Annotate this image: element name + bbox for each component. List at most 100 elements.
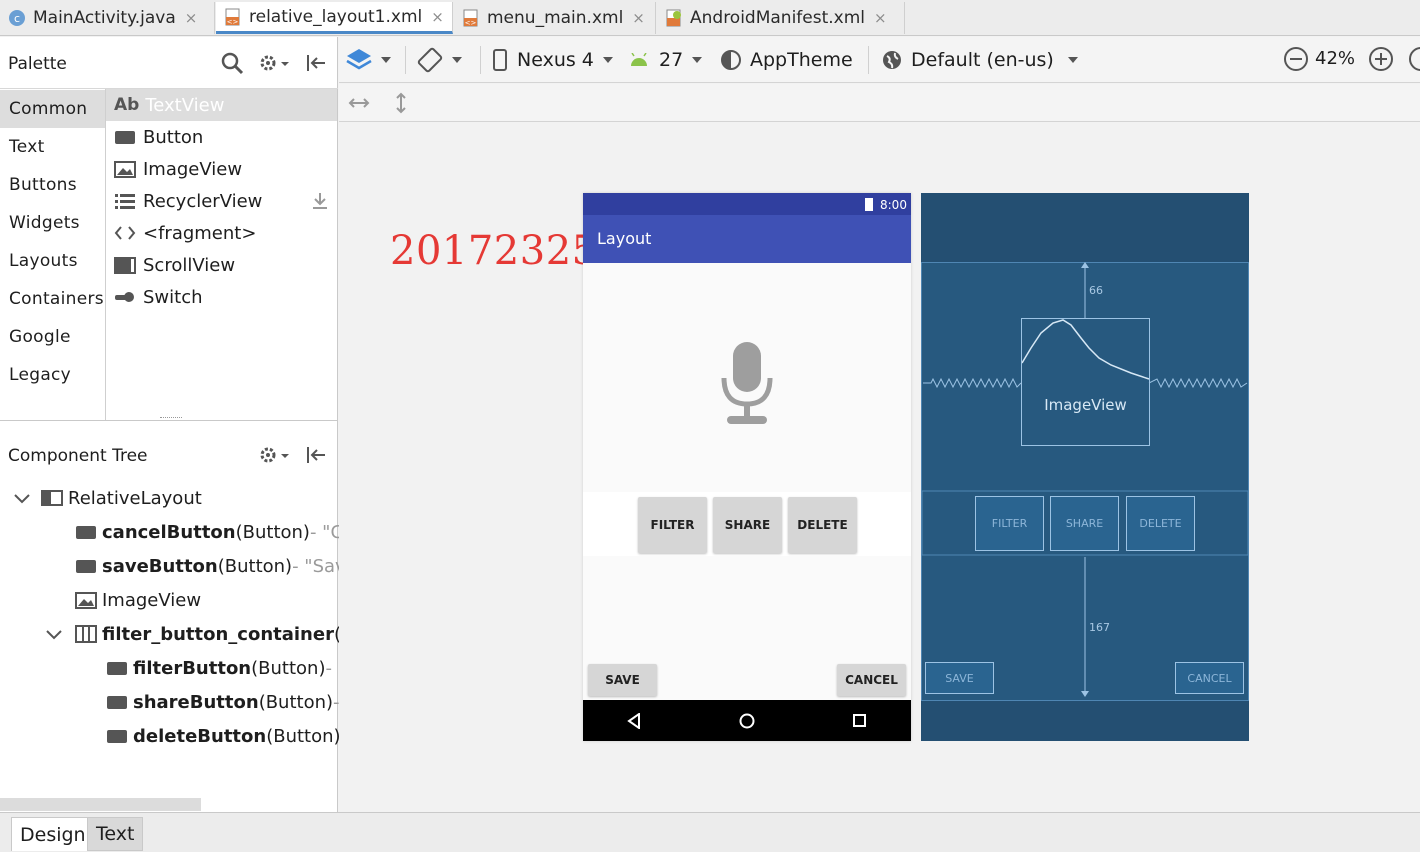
tree-node-name: ImageView	[102, 589, 202, 611]
palette-item-switch[interactable]: Switch	[106, 281, 337, 313]
svg-text:<>: <>	[227, 18, 239, 26]
palette-item-label: ImageView	[143, 158, 243, 180]
tree-node-cancelbutton[interactable]: cancelButton (Button) - "Ca	[74, 516, 354, 548]
hide-panel-icon[interactable]	[305, 52, 327, 74]
zoom-out-icon[interactable]	[1283, 46, 1309, 72]
tree-node-type: (Button)	[266, 725, 341, 747]
tab-menu-main-xml[interactable]: <> menu_main.xml ×	[454, 2, 656, 34]
close-icon[interactable]: ×	[185, 9, 198, 27]
tree-node-filter-button-container[interactable]: filter_button_container (Lir	[44, 618, 363, 650]
app-title: Layout	[597, 229, 652, 248]
zoom-fit-icon[interactable]	[1408, 46, 1420, 72]
palette-item-textview[interactable]: Ab TextView	[106, 89, 337, 121]
blueprint-imageview-label: ImageView	[1044, 396, 1127, 414]
battery-icon	[865, 197, 873, 211]
horizontal-resize-icon[interactable]	[347, 94, 371, 112]
layers-icon	[346, 47, 372, 73]
rotate-icon	[417, 47, 443, 73]
component-tree-title: Component Tree	[8, 446, 148, 466]
gear-icon[interactable]	[258, 52, 290, 74]
palette-category-google[interactable]: Google	[0, 318, 105, 356]
theme-selector[interactable]: AppTheme	[720, 37, 853, 83]
vertical-resize-icon[interactable]	[392, 91, 410, 115]
tab-label: menu_main.xml	[487, 8, 624, 28]
blueprint-save-button[interactable]: SAVE	[925, 662, 994, 694]
navigation-bar	[583, 700, 911, 741]
blueprint-delete-button[interactable]: DELETE	[1126, 496, 1195, 551]
button-icon	[105, 658, 129, 678]
layout-xml-icon: <>	[224, 8, 242, 26]
close-icon[interactable]: ×	[632, 9, 645, 27]
home-icon[interactable]	[739, 713, 755, 729]
api-level-selector[interactable]: 27	[629, 37, 703, 83]
tab-androidmanifest-xml[interactable]: AndroidManifest.xml ×	[657, 2, 905, 34]
button-icon	[105, 726, 129, 746]
search-icon[interactable]	[220, 51, 244, 75]
palette-category-legacy[interactable]: Legacy	[0, 356, 105, 394]
tab-relative-layout1-xml[interactable]: <> relative_layout1.xml ×	[216, 2, 453, 34]
download-icon[interactable]	[311, 191, 329, 211]
recents-icon[interactable]	[853, 714, 867, 728]
tree-node-name: filterButton	[133, 657, 252, 679]
palette-category-text[interactable]: Text	[0, 128, 105, 166]
zoom-in-icon[interactable]	[1368, 46, 1394, 72]
microphone-icon	[719, 340, 775, 426]
tree-node-imageview[interactable]: ImageView	[74, 584, 201, 616]
tree-node-savebutton[interactable]: saveButton (Button) - "Save	[74, 550, 357, 582]
tree-node-name: filter_button_container	[102, 623, 334, 645]
orientation-button[interactable]	[417, 47, 462, 73]
palette-category-widgets[interactable]: Widgets	[0, 204, 105, 242]
palette-item-fragment[interactable]: <fragment>	[106, 217, 337, 249]
design-mode-button[interactable]	[346, 47, 391, 73]
palette-item-scrollview[interactable]: ScrollView	[106, 249, 337, 281]
tab-label: AndroidManifest.xml	[690, 8, 866, 28]
chevron-down-icon[interactable]	[44, 624, 74, 644]
tree-node-sharebutton[interactable]: shareButton (Button) -	[105, 686, 340, 718]
palette-category-common[interactable]: Common	[0, 90, 105, 128]
tab-mainactivity-java[interactable]: c MainActivity.java ×	[0, 2, 215, 34]
cancel-button[interactable]: CANCEL	[837, 664, 906, 696]
save-button[interactable]: SAVE	[588, 664, 657, 696]
button-icon	[105, 692, 129, 712]
close-icon[interactable]: ×	[431, 8, 444, 26]
tab-text[interactable]: Text	[87, 817, 144, 851]
palette-item-button[interactable]: Button	[106, 121, 337, 153]
tree-node-deletebutton[interactable]: deleteButton (Button) -	[105, 720, 347, 752]
horizontal-scrollbar[interactable]	[0, 798, 201, 811]
locale-selector[interactable]: Default (en-us)	[881, 37, 1078, 83]
blueprint-preview[interactable]: ImageView 66 167 FILTER SHARE DELETE SAV…	[921, 193, 1249, 741]
hide-panel-icon[interactable]	[305, 444, 327, 466]
close-icon[interactable]: ×	[874, 9, 887, 27]
palette-category-layouts[interactable]: Layouts	[0, 242, 105, 280]
status-bar: 8:00	[583, 193, 911, 215]
phone-icon	[493, 49, 507, 71]
delete-button[interactable]: DELETE	[788, 497, 857, 553]
tree-node-filterbutton[interactable]: filterButton (Button) - "	[105, 652, 346, 684]
device-selector[interactable]: Nexus 4	[493, 37, 613, 83]
share-button[interactable]: SHARE	[713, 497, 782, 553]
blueprint-share-button[interactable]: SHARE	[1050, 496, 1119, 551]
chevron-down-icon[interactable]	[12, 488, 40, 508]
gear-icon[interactable]	[258, 444, 290, 466]
editor-tab-bar: c MainActivity.java × <> relative_layout…	[0, 0, 1420, 36]
blueprint-imageview[interactable]: ImageView	[1021, 318, 1150, 446]
blueprint-cancel-button[interactable]: CANCEL	[1175, 662, 1244, 694]
tree-node-type: (Button)	[235, 521, 310, 543]
palette-item-imageview[interactable]: ImageView	[106, 153, 337, 185]
palette-item-recyclerview[interactable]: RecyclerView	[106, 185, 337, 217]
tree-node-relativelayout[interactable]: RelativeLayout	[12, 482, 202, 514]
back-icon[interactable]	[627, 713, 641, 729]
tree-node-type: (Button)	[217, 555, 293, 577]
tree-node-name: saveButton	[102, 555, 218, 577]
palette-category-containers[interactable]: Containers	[0, 280, 105, 318]
image-icon	[74, 590, 98, 610]
image-icon	[114, 159, 136, 179]
blueprint-filter-button[interactable]: FILTER	[975, 496, 1044, 551]
palette-category-buttons[interactable]: Buttons	[0, 166, 105, 204]
phone-preview[interactable]: 8:00 Layout FILTER SHARE DELETE SAVE CAN…	[583, 193, 911, 741]
svg-text:c: c	[14, 12, 20, 25]
tree-node-name: cancelButton	[102, 521, 236, 543]
tab-design[interactable]: Design	[11, 817, 95, 851]
filter-button[interactable]: FILTER	[638, 497, 707, 553]
tree-node-name: shareButton	[133, 691, 259, 713]
